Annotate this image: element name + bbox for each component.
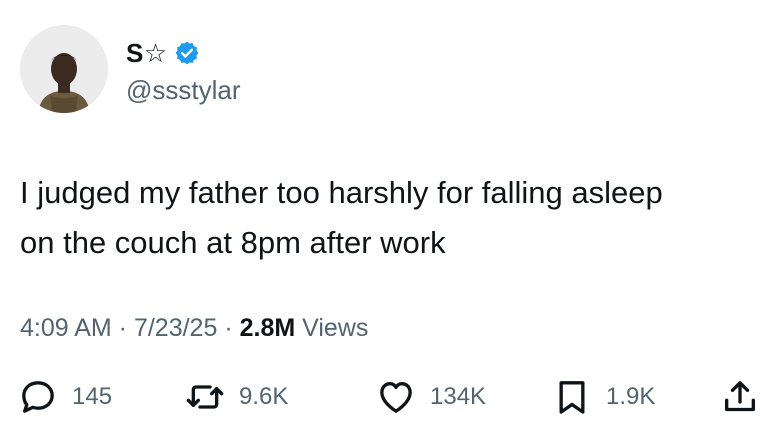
name-row: S☆: [126, 37, 200, 69]
avatar[interactable]: [20, 25, 108, 113]
verified-badge-icon: [175, 41, 199, 65]
meta-separator: ·: [217, 314, 240, 342]
meta-separator: ·: [111, 314, 134, 342]
tweet-time[interactable]: 4:09 AM: [20, 314, 112, 342]
bookmark-icon: [559, 381, 585, 414]
views-count: 2.8M: [239, 314, 296, 342]
bookmark-count: 1.9K: [606, 383, 656, 410]
tweet-card: S☆ @ssstylar I judged my father too hars…: [0, 0, 760, 440]
share-icon: [725, 381, 755, 412]
like-count: 134K: [430, 383, 487, 410]
share-button[interactable]: [720, 372, 760, 422]
views-label: Views: [295, 314, 369, 342]
bookmark-button[interactable]: 1.9K: [552, 372, 655, 422]
display-name[interactable]: S☆: [126, 37, 168, 69]
retweet-button[interactable]: 9.6K: [185, 372, 288, 422]
heart-icon: [380, 382, 412, 413]
user-handle[interactable]: @ssstylar: [126, 74, 241, 106]
action-bar: 145 9.6K 134K 1.9K: [0, 372, 760, 422]
tweet-meta: 4:09 AM · 7/23/25 · 2.8M Views: [20, 308, 368, 348]
like-button[interactable]: 134K: [376, 372, 486, 422]
tweet-text-line-1: I judged my father too harshly for falli…: [20, 175, 663, 210]
retweet-count: 9.6K: [239, 383, 289, 410]
reply-button[interactable]: 145: [18, 372, 112, 422]
retweet-icon: [186, 385, 224, 409]
tweet-text-line-2: on the couch at 8pm after work: [20, 225, 446, 260]
tweet-text: I judged my father too harshly for falli…: [20, 168, 750, 268]
reply-icon: [22, 381, 54, 413]
tweet-date[interactable]: 7/23/25: [134, 314, 217, 342]
reply-count: 145: [72, 383, 113, 410]
avatar-photo: [20, 25, 108, 113]
